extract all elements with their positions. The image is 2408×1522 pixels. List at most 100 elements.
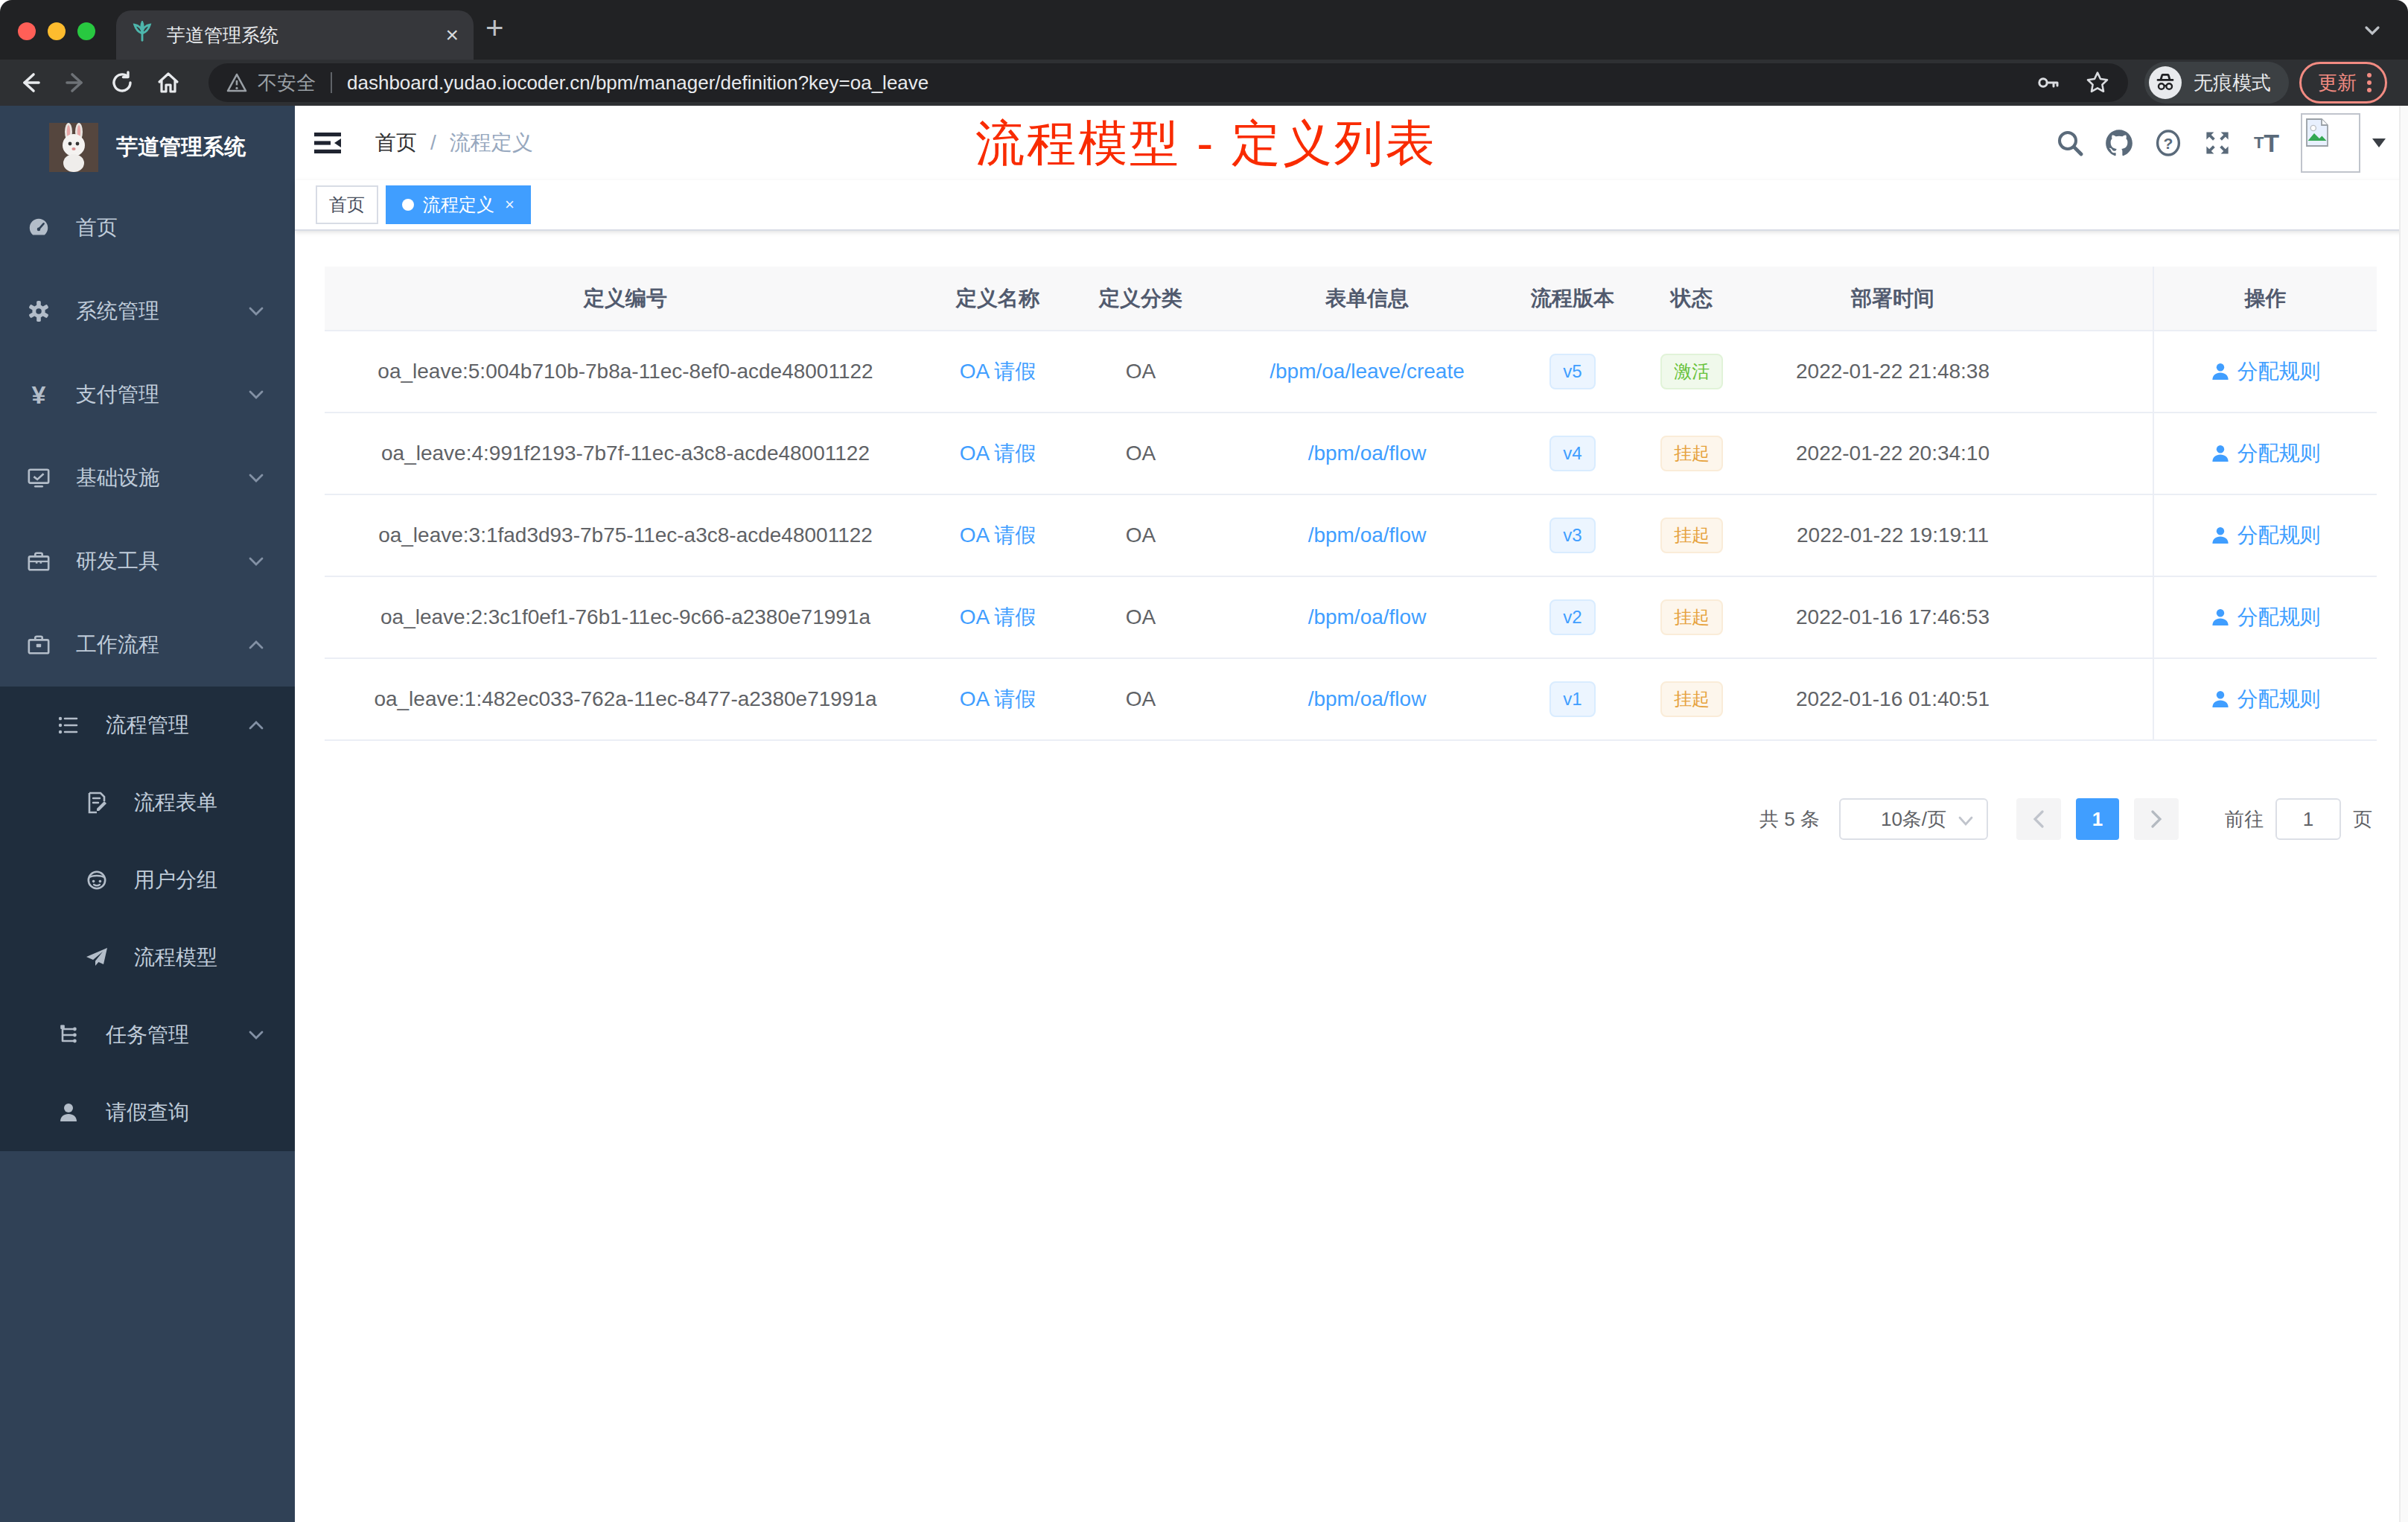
update-browser-button[interactable]: 更新 [2299,62,2387,104]
tab-search-chevron-icon[interactable] [2362,19,2383,47]
definition-name-link[interactable]: OA 请假 [960,360,1036,383]
sidebar-item-home[interactable]: 首页 [0,186,295,270]
next-page-button[interactable] [2134,798,2179,840]
definition-name-link[interactable]: OA 请假 [960,442,1036,465]
assign-rule-link[interactable]: 分配规则 [2211,603,2321,631]
yen-icon: ¥ [27,383,51,407]
minimize-window-button[interactable] [48,22,66,40]
window-controls[interactable] [18,22,95,40]
prev-page-button[interactable] [2016,798,2061,840]
caret-down-icon[interactable] [2372,138,2386,147]
form-link[interactable]: /bpm/oa/flow [1308,605,1427,628]
sidebar-item-label: 流程管理 [106,711,189,739]
goto-page-input[interactable]: 1 [2275,798,2341,840]
cell-version: v1 [1522,658,1623,740]
assign-rule-link[interactable]: 分配规则 [2211,685,2321,713]
user-avatar[interactable] [2301,113,2360,173]
form-link[interactable]: /bpm/oa/flow [1308,442,1427,465]
form-link[interactable]: /bpm/oa/leave/create [1270,360,1465,383]
form-link[interactable]: /bpm/oa/flow [1308,523,1427,547]
browser-menu-icon[interactable] [2367,73,2372,92]
sidebar-item-label: 系统管理 [76,297,159,325]
screen: 芋道管理系统 × + [0,0,2408,1522]
back-button[interactable] [12,65,48,101]
address-bar[interactable]: 不安全 dashboard.yudao.iocoder.cn/bpm/manag… [208,63,2128,102]
breadcrumb-home[interactable]: 首页 [375,129,417,157]
cell-version: v5 [1522,331,1623,413]
github-icon[interactable] [2103,127,2135,159]
scrollbar-track[interactable] [2399,106,2408,1522]
sidebar-item-devtools[interactable]: 研发工具 [0,520,295,603]
paper-plane-icon [85,946,109,969]
cell-category: OA [1069,576,1212,658]
new-tab-button[interactable]: + [485,9,504,48]
cell-form: /bpm/oa/leave/create [1212,331,1522,413]
definition-name-link[interactable]: OA 请假 [960,523,1036,547]
toolbox-icon [27,550,51,573]
help-icon[interactable]: ? [2152,127,2185,159]
cell-deploy-time: 2022-01-22 19:19:11 [1760,494,2025,576]
password-key-icon[interactable] [2036,70,2061,95]
tag-home[interactable]: 首页 [316,185,378,224]
close-window-button[interactable] [18,22,36,40]
sidebar-item-workflow[interactable]: 工作流程 [0,603,295,687]
cell-name: OA 请假 [926,576,1069,658]
sidebar: 芋道管理系统 首页 系统管理 ¥ 支付管 [0,106,295,1522]
assign-rule-link[interactable]: 分配规则 [2211,357,2321,386]
briefcase-icon [27,633,51,657]
sidebar-item-process-form[interactable]: 流程表单 [0,764,295,841]
cell-filler [2025,576,2153,658]
tab-close-icon[interactable]: × [445,24,459,46]
sidebar-item-leave-query[interactable]: 请假查询 [0,1074,295,1151]
tab-title: 芋道管理系统 [167,23,445,48]
sidebar-item-label: 支付管理 [76,380,159,409]
home-button[interactable] [150,65,186,101]
cell-version: v3 [1522,494,1623,576]
address-divider [331,72,332,93]
assign-rule-link[interactable]: 分配规则 [2211,439,2321,468]
tab-strip: 芋道管理系统 × + [0,0,2408,60]
col-header-version: 流程版本 [1522,267,1623,331]
tag-process-definition[interactable]: 流程定义 × [386,185,531,224]
status-badge: 激活 [1660,354,1723,389]
sidebar-logo[interactable]: 芋道管理系统 [0,106,295,183]
cell-filler [2025,331,2153,413]
current-page-button[interactable]: 1 [2076,798,2119,840]
search-icon[interactable] [2054,127,2086,159]
hamburger-icon[interactable] [295,128,343,158]
zoom-window-button[interactable] [77,22,95,40]
sidebar-item-user-group[interactable]: 用户分组 [0,841,295,919]
sidebar-item-process-model[interactable]: 流程模型 [0,919,295,996]
fullscreen-icon[interactable] [2201,127,2234,159]
browser-tab[interactable]: 芋道管理系统 × [116,10,474,60]
cell-form: /bpm/oa/flow [1212,494,1522,576]
annotation-title: 流程模型 - 定义列表 [975,110,1437,177]
font-size-icon[interactable]: TT [2250,127,2283,159]
form-link[interactable]: /bpm/oa/flow [1308,687,1427,710]
chevron-down-icon [247,302,265,320]
cell-deploy-time: 2022-01-16 17:46:53 [1760,576,2025,658]
forward-button[interactable] [58,65,94,101]
cell-filler [2025,413,2153,494]
chevron-down-icon [247,553,265,570]
definition-name-link[interactable]: OA 请假 [960,687,1036,710]
sidebar-item-payment[interactable]: ¥ 支付管理 [0,353,295,436]
page-size-select[interactable]: 10条/页 [1839,798,1988,840]
cell-id: oa_leave:4:991f2193-7b7f-11ec-a3c8-acde4… [325,413,926,494]
cell-status: 挂起 [1623,413,1760,494]
cell-id: oa_leave:2:3c1f0ef1-76b1-11ec-9c66-a2380… [325,576,926,658]
definition-name-link[interactable]: OA 请假 [960,605,1036,628]
sidebar-item-infra[interactable]: 基础设施 [0,436,295,520]
sidebar-item-task-mgmt[interactable]: 任务管理 [0,996,295,1074]
bookmark-star-icon[interactable] [2085,70,2110,95]
status-badge: 挂起 [1660,681,1723,717]
chevron-down-icon [247,1026,265,1044]
assign-rule-link[interactable]: 分配规则 [2211,521,2321,550]
table-row: oa_leave:1:482ec033-762a-11ec-8477-a2380… [325,658,2377,740]
reload-button[interactable] [104,65,140,101]
navbar-actions: ? TT [2037,113,2408,173]
tag-close-icon[interactable]: × [505,195,515,214]
pagination-total: 共 5 条 [1759,806,1820,832]
sidebar-item-process-mgmt[interactable]: 流程管理 [0,687,295,764]
sidebar-item-system[interactable]: 系统管理 [0,270,295,353]
